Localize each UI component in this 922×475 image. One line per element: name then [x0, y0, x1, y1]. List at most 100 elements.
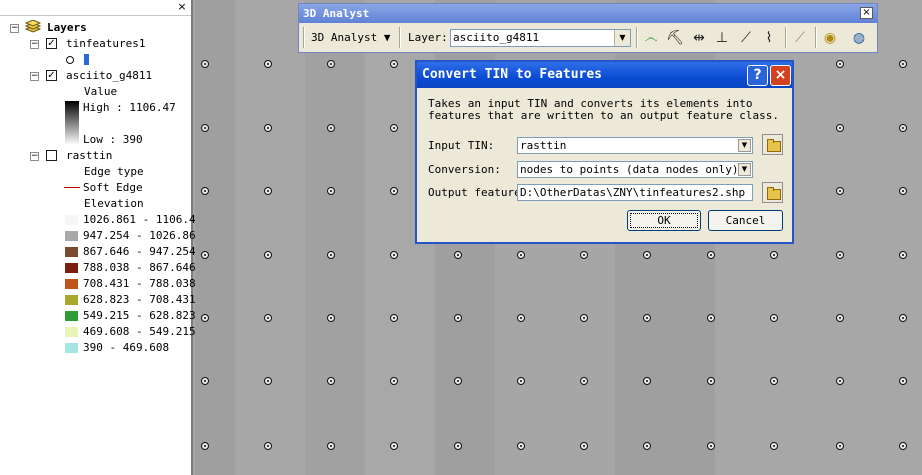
input-tin-browse-button[interactable] [762, 134, 783, 155]
map-point [643, 377, 651, 385]
map-point [643, 251, 651, 259]
conversion-label: Conversion: [428, 163, 501, 176]
output-feature-input[interactable]: D:\OtherDatas\ZNY\tinfeatures2.shp [517, 184, 753, 201]
map-point [899, 251, 907, 259]
output-feature-value: D:\OtherDatas\ZNY\tinfeatures2.shp [520, 186, 746, 199]
map-point [390, 251, 398, 259]
chevron-down-icon[interactable]: ▼ [738, 163, 751, 176]
contour-icon[interactable]: ෴ [641, 28, 661, 48]
map-point [580, 377, 588, 385]
asciito-label: asciito_g4811 [66, 69, 153, 82]
interpolate-point-icon[interactable]: ⊥ [712, 28, 732, 48]
map-point [643, 314, 651, 322]
map-point [454, 377, 462, 385]
chevron-down-icon[interactable]: ▼ [614, 30, 630, 46]
layer-select[interactable]: asciito_g4811 ▼ [450, 29, 631, 47]
rasttin-collapse-icon[interactable]: − [30, 152, 39, 161]
layer-label: Layer: [408, 31, 448, 44]
toolbar-separator [636, 27, 638, 48]
dialog-title: Convert TIN to Features [417, 62, 792, 88]
map-point [580, 442, 588, 450]
3d-analyst-menu-button[interactable]: 3D Analyst ▼ [311, 27, 390, 48]
legend-range-label: 947.254 - 1026.86 [83, 229, 196, 242]
toolbar-separator [399, 27, 401, 48]
toolbar-title: 3D Analyst [299, 4, 877, 23]
layers-root-label: Layers [47, 21, 87, 34]
map-point [264, 187, 272, 195]
legend-swatch [65, 295, 78, 305]
legend-range-label: 1026.861 - 1106.4 [83, 213, 196, 226]
low-label: Low : 390 [83, 133, 143, 146]
input-tin-label: Input TIN: [428, 139, 495, 152]
legend-swatch [65, 247, 78, 257]
legend-swatch [65, 263, 78, 273]
map-point [517, 442, 525, 450]
stretch-ramp [65, 101, 79, 145]
profile-graph-icon[interactable]: ⟋ [790, 28, 810, 48]
steepest-path-icon[interactable]: ⛏ [665, 28, 685, 48]
edge-type-heading: Edge type [84, 165, 144, 178]
toolbar-separator [303, 27, 305, 48]
rasttin-checkbox[interactable] [46, 150, 57, 161]
map-point [327, 442, 335, 450]
rasttin-label: rasttin [66, 149, 113, 162]
map-point [707, 314, 715, 322]
value-heading: Value [84, 85, 118, 98]
cancel-button[interactable]: Cancel [708, 210, 783, 231]
legend-swatch [65, 327, 78, 337]
map-point [899, 60, 907, 68]
help-icon[interactable]: ? [747, 65, 768, 86]
output-feature-browse-button[interactable] [762, 182, 783, 203]
asciito-checkbox[interactable]: ✓ [46, 70, 57, 81]
tinfeatures1-collapse-icon[interactable]: − [30, 40, 39, 49]
interpolate-polygon-icon[interactable]: ⌇ [759, 28, 779, 48]
arcscene-icon[interactable]: ◉ [820, 28, 840, 48]
map-point [836, 187, 844, 195]
input-tin-select[interactable]: rasttin ▼ [517, 137, 753, 154]
map-point [327, 187, 335, 195]
map-point [899, 314, 907, 322]
arcglobe-icon[interactable]: ◍ [849, 28, 869, 48]
layers-stack-icon [25, 20, 41, 33]
map-point [770, 314, 778, 322]
map-point [899, 377, 907, 385]
legend-swatch [65, 343, 78, 353]
map-point [899, 124, 907, 132]
map-point [580, 251, 588, 259]
legend-range-label: 628.823 - 708.431 [83, 293, 196, 306]
interpolate-line-icon[interactable]: ⟋ [736, 28, 756, 48]
map-point [836, 442, 844, 450]
chevron-down-icon[interactable]: ▼ [738, 139, 751, 152]
layer-select-value: asciito_g4811 [453, 31, 540, 44]
map-point [327, 124, 335, 132]
map-point [327, 251, 335, 259]
map-point [201, 124, 209, 132]
map-point [264, 124, 272, 132]
tinfeatures1-checkbox[interactable]: ✓ [46, 38, 57, 49]
map-point [899, 442, 907, 450]
line-of-sight-icon[interactable]: ⇹ [689, 28, 709, 48]
map-point [770, 442, 778, 450]
conversion-select[interactable]: nodes to points (data nodes only) ▼ [517, 161, 753, 178]
map-point [643, 442, 651, 450]
toolbar-close-icon[interactable]: × [860, 7, 873, 19]
map-point [201, 251, 209, 259]
legend-range-label: 390 - 469.608 [83, 341, 170, 354]
table-of-contents: × − Layers − ✓ tinfeatures1 − ✓ asciito_… [0, 0, 196, 475]
selection-marker-icon [84, 54, 89, 65]
map-point [454, 442, 462, 450]
map-point [707, 251, 715, 259]
map-point [390, 442, 398, 450]
map-point [517, 314, 525, 322]
legend-swatch [65, 215, 78, 225]
ok-button[interactable]: OK [627, 210, 701, 231]
asciito-collapse-icon[interactable]: − [30, 72, 39, 81]
legend-swatch [65, 311, 78, 321]
map-point [264, 251, 272, 259]
map-point [201, 60, 209, 68]
layers-collapse-icon[interactable]: − [10, 24, 19, 33]
map-point [836, 377, 844, 385]
toc-close-icon[interactable]: × [176, 1, 188, 13]
close-icon[interactable]: × [770, 65, 791, 86]
map-point [707, 377, 715, 385]
